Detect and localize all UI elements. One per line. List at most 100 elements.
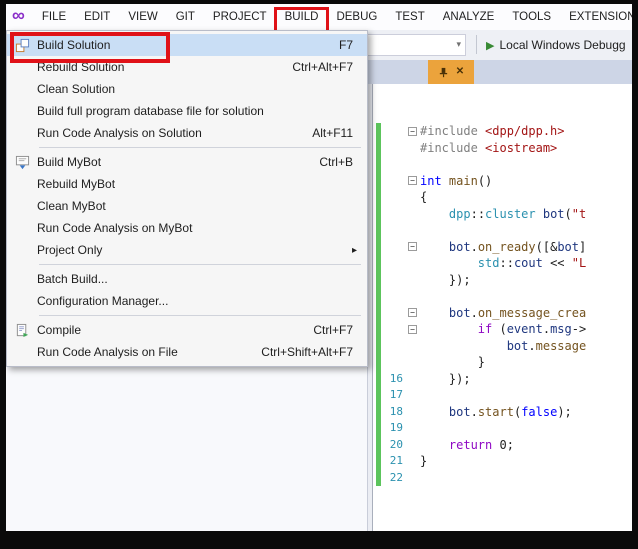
close-icon[interactable]: ✕ (456, 67, 464, 77)
menu-item-build-solution[interactable]: Build SolutionF7 (7, 34, 367, 56)
menubar-items: FILE EDIT VIEW GITPROJECT BUILD DEBUGTESTANAL… (33, 4, 632, 30)
code-lines: −#include <dpp/dpp.h>#include <iostream>… (373, 123, 632, 486)
menu-separator (39, 264, 361, 265)
active-document-tab[interactable]: ✕ (428, 60, 474, 84)
menu-git[interactable]: GIT (167, 4, 204, 30)
menu-label: BUILD (285, 11, 319, 23)
chevron-down-icon: ▾ (456, 39, 461, 50)
code-text: bot.start(false); (420, 404, 572, 421)
play-icon: ▶ (486, 39, 494, 52)
code-text: bot.on_ready([&bot] (420, 239, 586, 256)
menu-view[interactable]: VIEW (119, 4, 166, 30)
fold-collapse-icon: − (405, 239, 420, 256)
menu-item-rebuild-solution[interactable]: Rebuild SolutionCtrl+Alt+F7 (7, 56, 367, 78)
menu-bar: ∞ FILE EDIT VIEW GITPROJECT BUILD DEBUGTESTAN… (6, 4, 632, 30)
menu-file[interactable]: FILE (33, 4, 75, 30)
fold-collapse-icon: − (405, 305, 420, 322)
menu-label: FILE (42, 11, 66, 23)
menu-item-shortcut: Ctrl+Shift+Alt+F7 (261, 345, 367, 359)
code-line-19: 19 (373, 420, 632, 437)
menu-analyze[interactable]: ANALYZE (434, 4, 504, 30)
menu-item-label: Compile (37, 323, 313, 337)
code-text: if (event.msg-> (420, 321, 586, 338)
code-line-16: 16 }); (373, 371, 632, 388)
menu-item-build-mybot[interactable]: Build MyBotCtrl+B (7, 151, 367, 173)
fold-margin (405, 255, 420, 272)
menu-item-clean-solution[interactable]: Clean Solution (7, 78, 367, 100)
menu-test[interactable]: TEST (386, 4, 433, 30)
line-number: 21 (383, 453, 405, 470)
menu-item-project-only[interactable]: Project Only▸ (7, 239, 367, 261)
menu-item-run-code-analysis-on-mybot[interactable]: Run Code Analysis on MyBot (7, 217, 367, 239)
menu-item-label: Rebuild MyBot (37, 177, 367, 191)
line-number (383, 206, 405, 223)
menu-item-configuration-manager[interactable]: Configuration Manager... (7, 290, 367, 312)
code-editor[interactable]: −#include <dpp/dpp.h>#include <iostream>… (372, 84, 632, 531)
menu-build[interactable]: BUILD (276, 4, 328, 30)
line-number (383, 123, 405, 140)
menu-label: TOOLS (512, 11, 551, 23)
menu-item-label: Rebuild Solution (37, 60, 292, 74)
debug-target-label: Local Windows Debugg (499, 38, 625, 52)
compile-icon (7, 323, 37, 338)
code-text: int main() (420, 173, 492, 190)
code-line-2: #include <iostream> (373, 140, 632, 157)
line-number: 17 (383, 387, 405, 404)
menu-item-rebuild-mybot[interactable]: Rebuild MyBot (7, 173, 367, 195)
line-number (383, 189, 405, 206)
menu-item-shortcut: Ctrl+Alt+F7 (292, 60, 367, 74)
line-number (383, 354, 405, 371)
menu-tools[interactable]: TOOLS (503, 4, 560, 30)
code-text: #include <dpp/dpp.h> (420, 123, 565, 140)
menu-item-label: Clean MyBot (37, 199, 367, 213)
code-line-22: 22 (373, 470, 632, 487)
menu-item-shortcut: F7 (339, 38, 367, 52)
code-line-15: } (373, 354, 632, 371)
fold-margin (405, 206, 420, 223)
pin-icon[interactable] (438, 67, 449, 78)
menu-item-run-code-analysis-on-solution[interactable]: Run Code Analysis on SolutionAlt+F11 (7, 122, 367, 144)
menu-debug[interactable]: DEBUG (327, 4, 386, 30)
code-line-9: std::cout << "L (373, 255, 632, 272)
line-number: 16 (383, 371, 405, 388)
menu-separator (39, 315, 361, 316)
line-number: 22 (383, 470, 405, 487)
menu-extensions[interactable]: EXTENSIONS (560, 4, 632, 30)
menu-item-compile[interactable]: CompileCtrl+F7 (7, 319, 367, 341)
visual-studio-logo-icon: ∞ (6, 5, 33, 29)
code-line-1: −#include <dpp/dpp.h> (373, 123, 632, 140)
code-text: dpp::cluster bot("t (420, 206, 586, 223)
menu-item-label: Build Solution (37, 38, 339, 52)
line-number (383, 338, 405, 355)
start-debugging-button[interactable]: ▶ Local Windows Debugg (486, 34, 626, 56)
line-number (383, 156, 405, 173)
solution-platforms-combo[interactable]: ▾ (358, 34, 466, 56)
menu-item-shortcut: Ctrl+B (319, 155, 367, 169)
fold-margin (405, 453, 420, 470)
menu-item-build-full-program-database-file-for-solution[interactable]: Build full program database file for sol… (7, 100, 367, 122)
fold-margin (405, 189, 420, 206)
menu-edit[interactable]: EDIT (75, 4, 119, 30)
code-text: std::cout << "L (420, 255, 586, 272)
fold-margin (405, 437, 420, 454)
build-menu: Build SolutionF7Rebuild SolutionCtrl+Alt… (6, 30, 368, 367)
code-text: }); (420, 272, 471, 289)
menu-separator (39, 147, 361, 148)
menu-label: EDIT (84, 11, 110, 23)
fold-collapse-icon: − (405, 173, 420, 190)
code-line-14: bot.message (373, 338, 632, 355)
empty-panel (6, 362, 368, 531)
menu-item-run-code-analysis-on-file[interactable]: Run Code Analysis on FileCtrl+Shift+Alt+… (7, 341, 367, 363)
menu-project[interactable]: PROJECT (204, 4, 276, 30)
fold-margin (405, 338, 420, 355)
fold-margin (405, 140, 420, 157)
code-line-8: − bot.on_ready([&bot] (373, 239, 632, 256)
code-line-21: 21} (373, 453, 632, 470)
code-line-5: { (373, 189, 632, 206)
code-text: { (420, 189, 427, 206)
menu-label: VIEW (128, 11, 157, 23)
code-text: return 0; (420, 437, 514, 454)
menu-item-clean-mybot[interactable]: Clean MyBot (7, 195, 367, 217)
menu-item-batch-build[interactable]: Batch Build... (7, 268, 367, 290)
code-text: #include <iostream> (420, 140, 557, 157)
